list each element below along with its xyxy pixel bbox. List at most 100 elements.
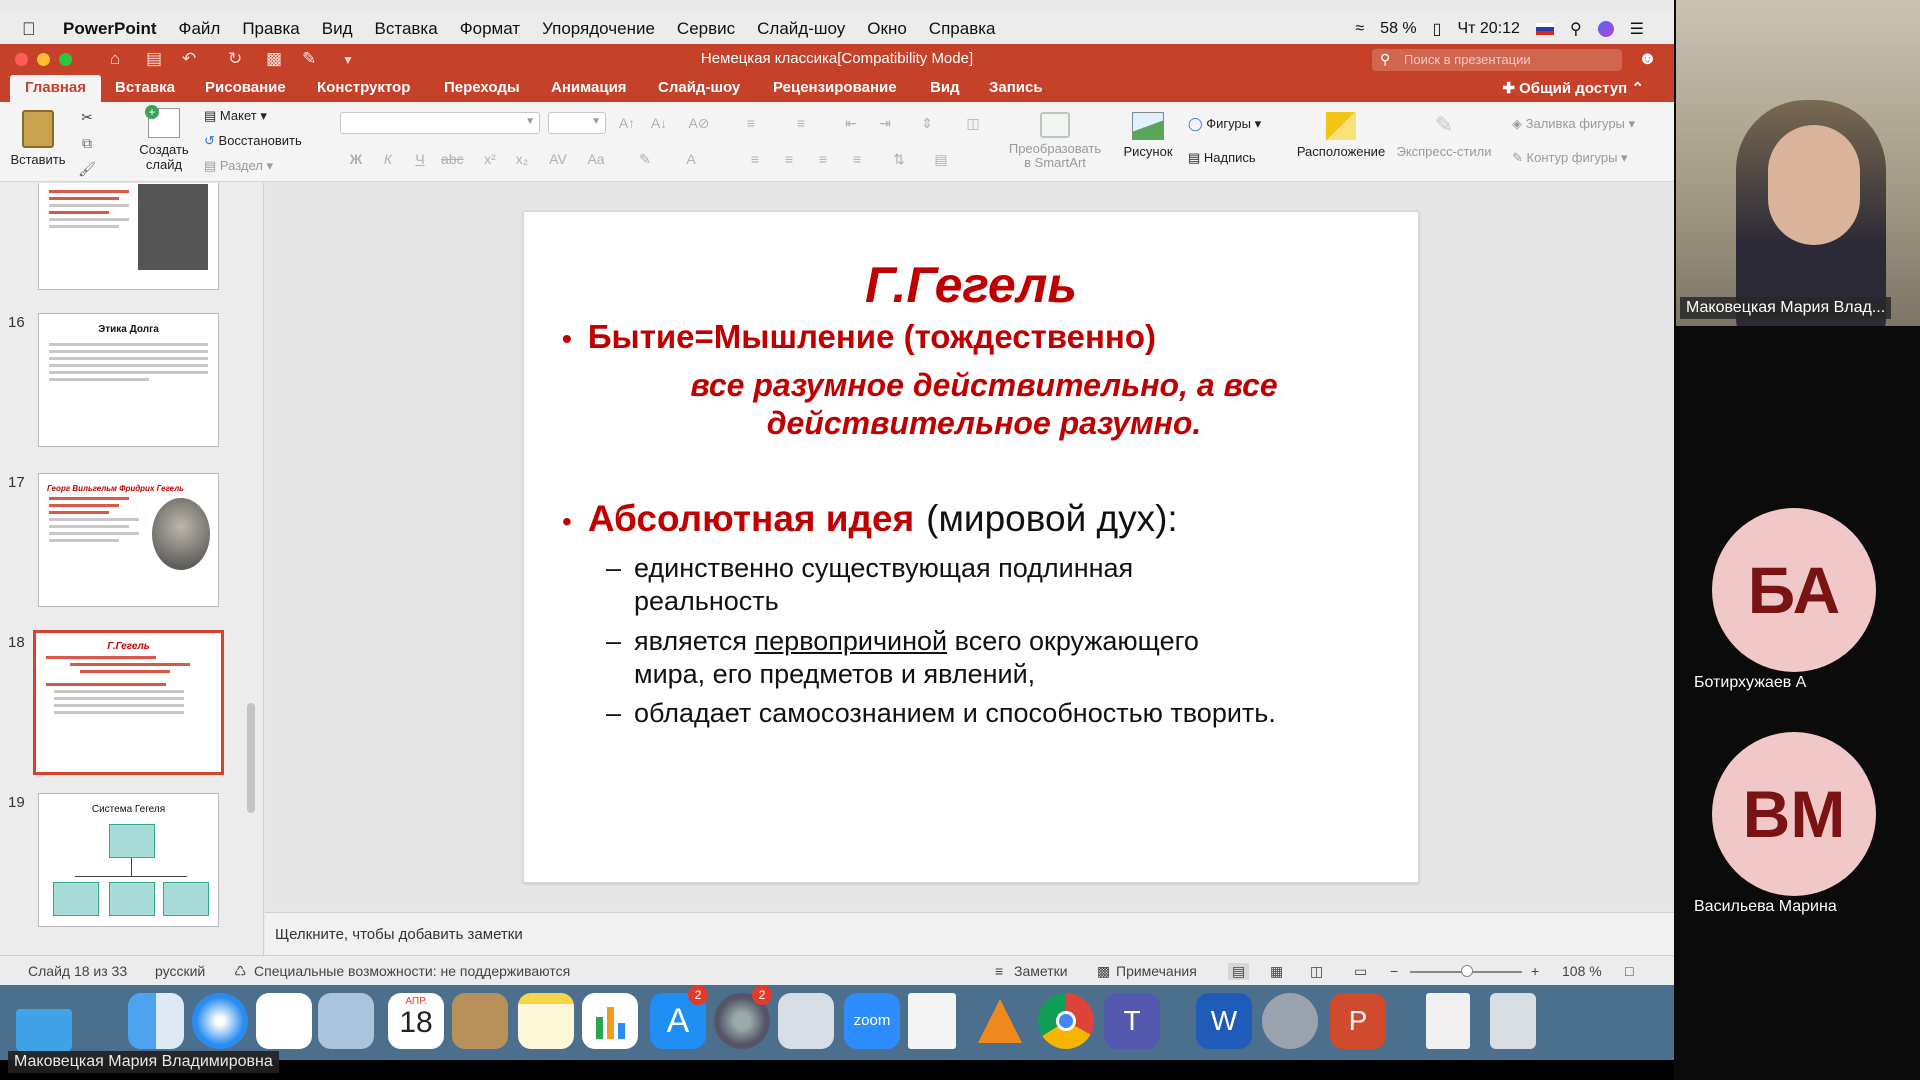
menu-format[interactable]: Формат	[449, 19, 531, 39]
menu-file[interactable]: Файл	[168, 19, 232, 39]
strikethrough-icon[interactable]: abc	[441, 148, 464, 170]
apple-icon[interactable]: 	[22, 19, 52, 40]
line-spacing-icon[interactable]: ⇕	[916, 112, 938, 134]
teams-icon[interactable]: T	[1104, 993, 1160, 1049]
slide-heading[interactable]: Г.Гегель	[524, 256, 1418, 314]
tab-slideshow[interactable]: Слайд-шоу	[658, 79, 740, 96]
slide-thumbnail-panel[interactable]: 16 Этика Долга 17 Георг Вильгельм Фридри…	[0, 183, 264, 955]
slide-thumbnail-17[interactable]: Георг Вильгельм Фридрих Гегель	[38, 473, 219, 607]
shape-outline-button[interactable]: ✎ Контур фигуры ▾	[1512, 150, 1628, 166]
reminders-icon[interactable]	[256, 993, 312, 1049]
share-button[interactable]: ✚ Общий доступ ⌃	[1502, 79, 1644, 97]
bold-icon[interactable]: Ж	[345, 148, 367, 170]
tab-draw[interactable]: Рисование	[205, 79, 286, 96]
battery-icon[interactable]: ▯	[1433, 19, 1442, 39]
menu-view[interactable]: Вид	[311, 19, 364, 39]
shapes-button[interactable]: ◯ Фигуры ▾	[1188, 116, 1261, 132]
convert-smartart-button[interactable]: Преобразовать в SmartArt	[1000, 112, 1110, 170]
format-painter-icon[interactable]: 🖌	[76, 158, 98, 180]
menu-app-name[interactable]: PowerPoint	[52, 19, 168, 39]
copy-icon[interactable]: ⧉	[76, 132, 98, 154]
document-icon[interactable]	[908, 993, 956, 1049]
menu-arrange[interactable]: Упорядочение	[531, 19, 666, 39]
wifi-icon[interactable]: ≈	[1355, 20, 1364, 38]
participant-avatar-2[interactable]: БА	[1712, 508, 1876, 672]
layout-button[interactable]: ▤ Макет ▾	[204, 108, 267, 124]
shape-fill-button[interactable]: ◈ Заливка фигуры ▾	[1512, 116, 1635, 132]
underline-icon[interactable]: Ч	[409, 148, 431, 170]
participant-video-1[interactable]	[1676, 0, 1920, 326]
notes-app-icon[interactable]	[518, 993, 574, 1049]
search-presentation-input[interactable]: Поиск в презентации	[1372, 49, 1622, 71]
slide-editor[interactable]: Г.Гегель • Бытие=Мышление (тождественно) …	[265, 183, 1674, 911]
decrease-font-icon[interactable]: A↓	[648, 112, 670, 134]
notes-button[interactable]: Заметки	[1014, 963, 1068, 979]
section-button[interactable]: ▤ Раздел ▾	[204, 158, 273, 174]
calendar-icon[interactable]: АПР. 18	[388, 993, 444, 1049]
align-right-icon[interactable]: ≡	[812, 148, 834, 170]
slide-thumbnail-15[interactable]	[38, 183, 219, 290]
trash-icon[interactable]	[1490, 993, 1536, 1049]
automator-icon[interactable]	[1262, 993, 1318, 1049]
chrome-icon[interactable]	[1038, 993, 1094, 1049]
bullet-being-thinking[interactable]: • Бытие=Мышление (тождественно)	[562, 318, 1156, 356]
numbers-icon[interactable]	[582, 993, 638, 1049]
preview-icon[interactable]	[318, 993, 374, 1049]
bullets-icon[interactable]: ≡	[740, 112, 762, 134]
menu-slideshow[interactable]: Слайд-шоу	[746, 19, 856, 39]
tab-insert[interactable]: Вставка	[115, 79, 175, 96]
image-capture-icon[interactable]	[778, 993, 834, 1049]
superscript-icon[interactable]: x²	[479, 148, 501, 170]
tab-review[interactable]: Рецензирование	[773, 79, 897, 96]
reset-button[interactable]: ↺ Восстановить	[204, 133, 302, 149]
font-size-select[interactable]: ▼	[548, 112, 606, 134]
numbering-icon[interactable]: ≡	[790, 112, 812, 134]
align-text-icon[interactable]: ▤	[930, 148, 952, 170]
slideshow-view-icon[interactable]: ▭	[1354, 963, 1367, 980]
slide-thumbnail-18[interactable]: Г.Гегель	[33, 630, 224, 775]
align-left-icon[interactable]: ≡	[744, 148, 766, 170]
tab-record[interactable]: Запись	[989, 79, 1043, 96]
increase-font-icon[interactable]: A↑	[616, 112, 638, 134]
picture-button[interactable]: Рисунок	[1118, 112, 1178, 159]
slide-thumbnail-16[interactable]: Этика Долга	[38, 313, 219, 447]
tab-design[interactable]: Конструктор	[317, 79, 410, 96]
menu-insert[interactable]: Вставка	[364, 19, 449, 39]
menu-window[interactable]: Окно	[856, 19, 918, 39]
italic-icon[interactable]: К	[377, 148, 399, 170]
vlc-icon[interactable]	[972, 993, 1028, 1049]
clock[interactable]: Чт 20:12	[1457, 20, 1519, 38]
font-color-icon[interactable]: A	[680, 148, 702, 170]
align-center-icon[interactable]: ≡	[778, 148, 800, 170]
reading-view-icon[interactable]: ◫	[1310, 963, 1323, 980]
finder-icon[interactable]	[128, 993, 184, 1049]
menu-help[interactable]: Справка	[918, 19, 1007, 39]
clear-formatting-icon[interactable]: A⊘	[688, 112, 710, 134]
tab-view[interactable]: Вид	[930, 79, 960, 96]
hegel-quote[interactable]: все разумное действительно, а все действ…	[604, 366, 1364, 442]
menu-edit[interactable]: Правка	[231, 19, 310, 39]
zoom-level[interactable]: 108 %	[1562, 963, 1602, 979]
notes-input[interactable]: Щелкните, чтобы добавить заметки	[265, 912, 1674, 955]
slide-thumbnail-19[interactable]: Система Гегеля	[38, 793, 219, 927]
accessibility-status[interactable]: Специальные возможности: не поддерживают…	[254, 963, 570, 979]
font-family-select[interactable]: ▼	[340, 112, 540, 134]
zoom-in-icon[interactable]: +	[1531, 963, 1539, 979]
siri-icon[interactable]	[1597, 21, 1614, 37]
columns-icon[interactable]: ◫	[962, 112, 984, 134]
zoom-app-icon[interactable]: zoom	[844, 993, 900, 1049]
language-indicator[interactable]: русский	[155, 963, 205, 979]
menu-tools[interactable]: Сервис	[666, 19, 746, 39]
comments-button[interactable]: Примечания	[1116, 963, 1197, 979]
contacts-icon[interactable]	[452, 993, 508, 1049]
quick-styles-button[interactable]: ✎ Экспресс-стили	[1394, 112, 1494, 159]
file-icon[interactable]	[1426, 993, 1470, 1049]
current-slide[interactable]: Г.Гегель • Бытие=Мышление (тождественно) …	[523, 211, 1419, 883]
tab-animations[interactable]: Анимация	[551, 79, 627, 96]
zoom-out-icon[interactable]: −	[1390, 963, 1398, 979]
increase-indent-icon[interactable]: ⇥	[874, 112, 896, 134]
paste-button[interactable]: Вставить	[8, 110, 68, 167]
normal-view-icon[interactable]: ▤	[1228, 963, 1250, 980]
slide-sorter-icon[interactable]: ▦	[1270, 963, 1283, 980]
bullet-absolute-idea[interactable]: • Абсолютная идея (мировой дух):	[562, 498, 1178, 540]
